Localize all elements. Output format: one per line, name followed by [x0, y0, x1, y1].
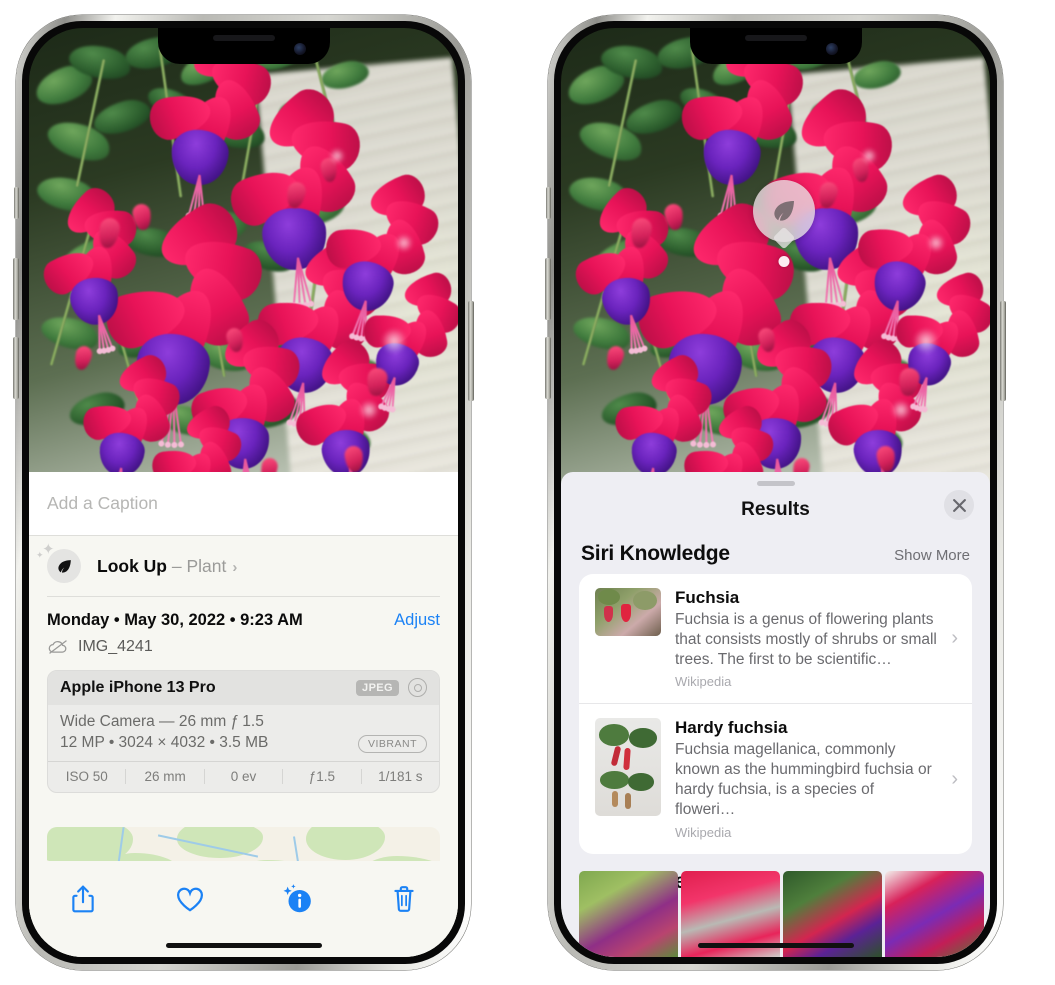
look-up-label: Look Up – Plant ›	[97, 556, 237, 577]
trash-icon[interactable]	[382, 877, 426, 921]
power-button[interactable]	[468, 301, 474, 401]
volume-up-button-right[interactable]	[545, 258, 551, 320]
close-icon[interactable]	[944, 490, 974, 520]
look-up-anchor-dot	[778, 256, 790, 267]
volume-down-button[interactable]	[13, 337, 19, 399]
leaf-icon	[753, 180, 815, 250]
power-button-right[interactable]	[1000, 301, 1006, 401]
info-sparkle-icon[interactable]	[275, 877, 319, 921]
result-source: Wikipedia	[675, 824, 732, 840]
hdr-ring-icon	[408, 678, 427, 697]
volume-down-button-right[interactable]	[545, 337, 551, 399]
photo-info-sheet: Add a Caption ✦ ✦ Look Up – Plant › Mond…	[29, 472, 458, 957]
result-source: Wikipedia	[675, 674, 732, 690]
date-row: Monday • May 30, 2022 • 9:23 AM Adjust	[29, 597, 458, 634]
result-thumbnail	[595, 588, 661, 636]
section-title-siri-knowledge: Siri Knowledge	[581, 542, 730, 565]
silent-switch-right[interactable]	[546, 187, 551, 219]
phone-bezel-left: Add a Caption ✦ ✦ Look Up – Plant › Mond…	[22, 21, 465, 964]
result-title: Fuchsia	[675, 588, 740, 607]
caption-field[interactable]: Add a Caption	[29, 472, 458, 536]
web-image-1[interactable]	[579, 871, 678, 957]
sparkle-small-icon: ✦	[36, 550, 44, 560]
chevron-right-icon: ›	[232, 558, 238, 576]
chevron-right-icon: ›	[951, 767, 958, 790]
phone-bezel-right: Results Siri Knowledge Show More Fuchsia…	[554, 21, 997, 964]
heart-icon[interactable]	[168, 877, 212, 921]
screen-left: Add a Caption ✦ ✦ Look Up – Plant › Mond…	[29, 28, 458, 957]
exif-stat-shutter: 1/181 s	[378, 769, 423, 784]
exif-card: Apple iPhone 13 Pro JPEG Wide Camera — 2…	[47, 669, 440, 793]
exif-stats-row: ISO 50 26 mm 0 ev ƒ1.5 1/181 s	[48, 760, 439, 792]
exif-stat-focal: 26 mm	[126, 769, 205, 784]
siri-knowledge-header: Siri Knowledge Show More	[561, 534, 990, 574]
exif-body: Wide Camera — 26 mm ƒ 1.5 12 MP • 3024 ×…	[48, 705, 439, 761]
screen-right: Results Siri Knowledge Show More Fuchsia…	[561, 28, 990, 957]
home-indicator-left[interactable]	[165, 943, 322, 948]
results-sheet: Results Siri Knowledge Show More Fuchsia…	[561, 472, 990, 957]
result-description: Fuchsia magellanica, commonly known as t…	[675, 741, 932, 818]
notch-left	[157, 28, 330, 64]
exif-stat-ev: 0 ev	[205, 769, 284, 784]
photographic-style-badge: VIBRANT	[357, 734, 427, 753]
show-more-button[interactable]: Show More	[894, 547, 970, 564]
leaf-icon: ✦ ✦	[36, 542, 81, 583]
front-camera-icon-right	[825, 43, 838, 55]
exif-stat-aperture: ƒ1.5	[283, 769, 362, 784]
notch-right	[689, 28, 862, 64]
adjust-button[interactable]: Adjust	[394, 611, 440, 630]
file-name: IMG_4241	[78, 637, 153, 655]
siri-knowledge-card: Fuchsia Fuchsia is a genus of flowering …	[579, 574, 972, 854]
look-up-dash: –	[167, 555, 187, 576]
web-image-4[interactable]	[885, 871, 984, 957]
home-indicator-right[interactable]	[697, 943, 854, 948]
look-up-row[interactable]: ✦ ✦ Look Up – Plant ›	[29, 536, 458, 596]
earpiece-speaker	[212, 35, 275, 41]
list-item[interactable]: Hardy fuchsia Fuchsia magellanica, commo…	[579, 703, 972, 853]
front-camera-icon	[293, 43, 306, 55]
chevron-right-icon: ›	[951, 627, 958, 650]
photo-date: Monday • May 30, 2022 • 9:23 AM	[47, 610, 303, 629]
volume-up-button[interactable]	[13, 258, 19, 320]
share-icon[interactable]	[61, 877, 105, 921]
silent-switch[interactable]	[14, 187, 19, 219]
list-item[interactable]: Fuchsia Fuchsia is a genus of flowering …	[579, 574, 972, 703]
results-title: Results	[741, 499, 810, 520]
earpiece-speaker-right	[744, 35, 807, 41]
visual-look-up-bubble[interactable]	[753, 180, 815, 267]
look-up-subject: Plant	[186, 555, 227, 576]
results-header: Results	[561, 486, 990, 534]
look-up-title: Look Up	[97, 555, 167, 576]
exif-stat-iso: ISO 50	[48, 769, 127, 784]
icloud-slash-icon	[48, 639, 67, 654]
result-description: Fuchsia is a genus of flowering plants t…	[675, 611, 937, 668]
camera-device-name: Apple iPhone 13 Pro	[60, 678, 216, 696]
iphone-left: Add a Caption ✦ ✦ Look Up – Plant › Mond…	[13, 15, 474, 970]
caption-placeholder: Add a Caption	[47, 493, 158, 513]
lens-info: Wide Camera — 26 mm ƒ 1.5	[60, 712, 264, 730]
screenshot-canvas: Add a Caption ✦ ✦ Look Up – Plant › Mond…	[0, 0, 1055, 985]
iphone-right: Results Siri Knowledge Show More Fuchsia…	[545, 15, 1006, 970]
format-badge: JPEG	[356, 679, 399, 696]
result-title: Hardy fuchsia	[675, 718, 788, 738]
file-row: IMG_4241	[29, 634, 458, 668]
result-thumbnail	[595, 718, 661, 817]
exif-header: Apple iPhone 13 Pro JPEG	[48, 670, 439, 705]
